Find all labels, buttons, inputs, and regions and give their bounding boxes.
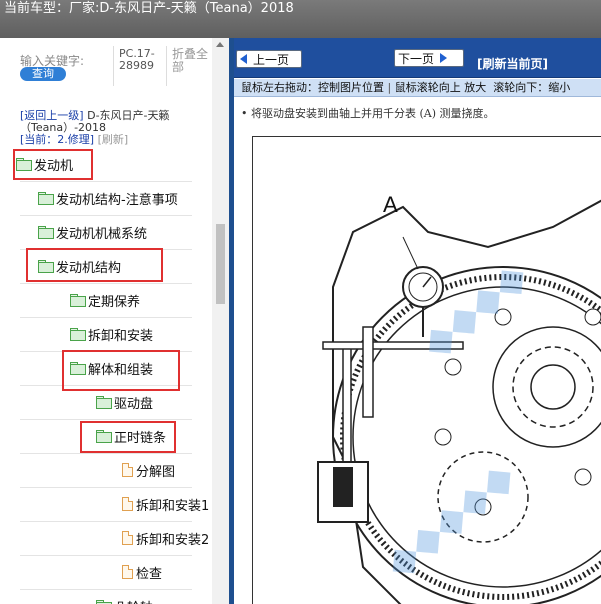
- tree-item[interactable]: 发动机机械系统: [38, 215, 147, 249]
- label-a: A: [383, 192, 398, 217]
- wheel-down-hint: 滚轮向下：缩小: [493, 81, 571, 94]
- tree-item[interactable]: 分解图: [122, 453, 175, 487]
- highlight-box: [80, 421, 176, 453]
- left-scrollbar[interactable]: [212, 38, 229, 604]
- tree-item-label: 拆卸和安装2: [136, 532, 210, 548]
- left-panel: 输入关键字: 查询 PC.17-28989 折叠全部 [返回上一级] D-东风日…: [0, 38, 230, 604]
- tree-separator: [20, 555, 192, 556]
- tree-item-label: 驱动盘: [114, 396, 154, 412]
- tree-item[interactable]: 拆卸和安装: [70, 317, 153, 351]
- current-label: [当前：2.修理]: [20, 133, 95, 146]
- document-icon: [122, 463, 133, 477]
- fold-all-button[interactable]: 折叠全部: [172, 48, 212, 74]
- document-icon: [122, 565, 133, 579]
- next-page-button[interactable]: 下一页: [394, 49, 464, 67]
- folder-icon: [96, 600, 112, 604]
- tree-item[interactable]: 检查: [122, 555, 162, 589]
- prev-page-label: 上一页: [253, 52, 290, 67]
- tree-item[interactable]: 发动机结构-注意事项: [38, 181, 178, 215]
- prev-page-button[interactable]: 上一页: [236, 50, 302, 68]
- diagram-figure[interactable]: A ◆◆◆◆ ◆◆◆◆◆: [252, 136, 601, 604]
- tree-item-label: 检查: [136, 566, 163, 582]
- instruction-text: • 将驱动盘安装到曲轴上并用千分表 (A) 测量挠度。: [241, 107, 495, 120]
- tree-item[interactable]: 凸轮轴: [96, 589, 153, 604]
- document-icon: [122, 531, 133, 545]
- right-panel: 上一页 下一页 [刷新当前页] 鼠标左右拖动：控制图片位置 | 鼠标滚轮向上 放…: [234, 38, 601, 604]
- tree-item-label: 拆卸和安装: [88, 328, 154, 344]
- next-page-label: 下一页: [398, 51, 435, 66]
- vehicle-title: 当前车型：厂家:D-东风日产-天籁（Teana）2018: [4, 1, 294, 16]
- hint-separator: |: [384, 81, 395, 94]
- search-area: 输入关键字: 查询 PC.17-28989 折叠全部: [0, 38, 212, 98]
- scroll-thumb[interactable]: [216, 224, 225, 304]
- tree-item[interactable]: 驱动盘: [96, 385, 153, 419]
- tree-item-label: 拆卸和安装1: [136, 498, 210, 514]
- highlight-box: [26, 248, 163, 282]
- wheel-up-hint: 鼠标滚轮向上 放大: [394, 81, 487, 94]
- tree-item-label: 发动机结构-注意事项: [56, 192, 178, 208]
- document-icon: [122, 497, 133, 511]
- content-area: • 将驱动盘安装到曲轴上并用千分表 (A) 测量挠度。 A ◆◆◆◆ ◆◆◆◆◆: [234, 98, 601, 604]
- instruction-label: 将驱动盘安装到曲轴上并用千分表 (A) 测量挠度。: [251, 107, 495, 120]
- folder-icon: [38, 192, 54, 205]
- tree-item-label: 发动机机械系统: [56, 226, 148, 242]
- left-arrow-icon: [240, 54, 247, 64]
- title-bar: 当前车型：厂家:D-东风日产-天籁（Teana）2018: [0, 0, 601, 38]
- folder-icon: [96, 396, 112, 409]
- tree-item[interactable]: 拆卸和安装1: [122, 487, 209, 521]
- toolbar: 上一页 下一页 [刷新当前页]: [234, 38, 601, 78]
- hint-bar: 鼠标左右拖动：控制图片位置 | 鼠标滚轮向上 放大 滚轮向下：缩小: [234, 79, 601, 97]
- folder-icon: [38, 226, 54, 239]
- tree-item[interactable]: 拆卸和安装2: [122, 521, 209, 555]
- nav-info: [返回上一级] D-东风日产-天籁（Teana）-2018 [当前：2.修理] …: [20, 110, 220, 146]
- highlight-box: [13, 149, 93, 180]
- right-arrow-icon: [440, 53, 448, 63]
- tree-item-label: 凸轮轴: [114, 597, 153, 604]
- drag-hint: 鼠标左右拖动：控制图片位置: [241, 81, 384, 94]
- pc-code: PC.17-28989: [119, 47, 155, 72]
- query-button[interactable]: 查询: [20, 67, 66, 81]
- folder-icon: [70, 294, 86, 307]
- scroll-up-icon[interactable]: [216, 42, 224, 47]
- tree-item-label: 定期保养: [88, 294, 141, 310]
- divider: [113, 46, 114, 86]
- folder-icon: [70, 328, 86, 341]
- refresh-link[interactable]: [刷新]: [98, 133, 129, 146]
- divider: [166, 46, 167, 86]
- tree-item-label: 分解图: [136, 464, 176, 480]
- refresh-current-page-link[interactable]: [刷新当前页]: [477, 55, 548, 72]
- tree-item[interactable]: 定期保养: [70, 283, 140, 317]
